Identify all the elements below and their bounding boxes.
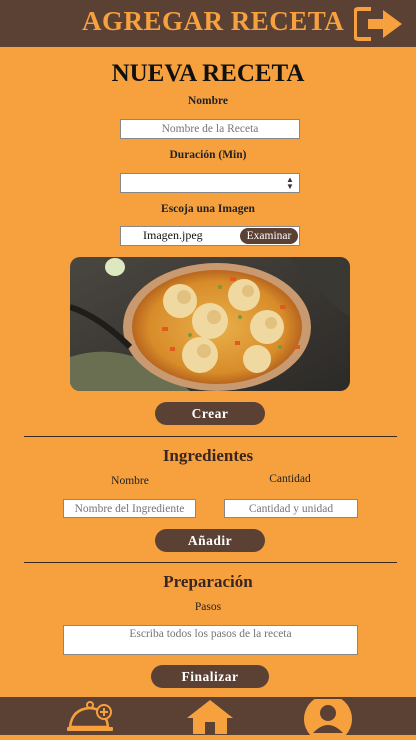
ingredient-qty-col-label: Cantidad bbox=[269, 473, 311, 485]
page-title: AGREGAR RECETA bbox=[82, 6, 345, 36]
create-button[interactable]: Crear bbox=[155, 402, 265, 425]
ingredient-name-col-label: Nombre bbox=[111, 475, 149, 487]
divider bbox=[24, 562, 397, 563]
add-ingredient-button[interactable]: Añadir bbox=[155, 529, 265, 552]
ingredients-heading: Ingredientes bbox=[162, 446, 254, 465]
steps-label: Pasos bbox=[194, 601, 222, 613]
home-icon[interactable] bbox=[185, 698, 235, 739]
ingredient-name-input[interactable] bbox=[63, 499, 196, 518]
form-heading: NUEVA RECETA bbox=[111, 60, 305, 87]
profile-icon[interactable] bbox=[303, 695, 353, 740]
recipe-name-label: Nombre bbox=[187, 95, 229, 107]
steps-textarea[interactable] bbox=[63, 625, 358, 655]
ingredient-qty-input[interactable] bbox=[224, 499, 358, 518]
recipe-name-input[interactable] bbox=[120, 119, 300, 139]
image-filename: Imagen.jpeg bbox=[143, 228, 203, 242]
duration-label: Duración (Min) bbox=[169, 149, 247, 161]
finish-button[interactable]: Finalizar bbox=[151, 665, 269, 688]
recipe-image-preview bbox=[70, 257, 350, 391]
bottom-nav bbox=[0, 695, 416, 740]
divider bbox=[24, 436, 397, 437]
stepper-arrows-icon[interactable]: ▲ ▼ bbox=[285, 176, 295, 191]
new-recipe-icon[interactable] bbox=[66, 699, 116, 738]
image-file-input[interactable]: Imagen.jpeg Examinar bbox=[120, 226, 300, 246]
preparation-heading: Preparación bbox=[163, 572, 253, 591]
top-bar: AGREGAR RECETA bbox=[0, 0, 416, 47]
image-label: Escoja una Imagen bbox=[161, 203, 255, 215]
logout-arrow-icon[interactable] bbox=[353, 6, 404, 42]
browse-button[interactable]: Examinar bbox=[240, 228, 298, 244]
duration-input[interactable]: ▲ ▼ bbox=[120, 173, 300, 193]
